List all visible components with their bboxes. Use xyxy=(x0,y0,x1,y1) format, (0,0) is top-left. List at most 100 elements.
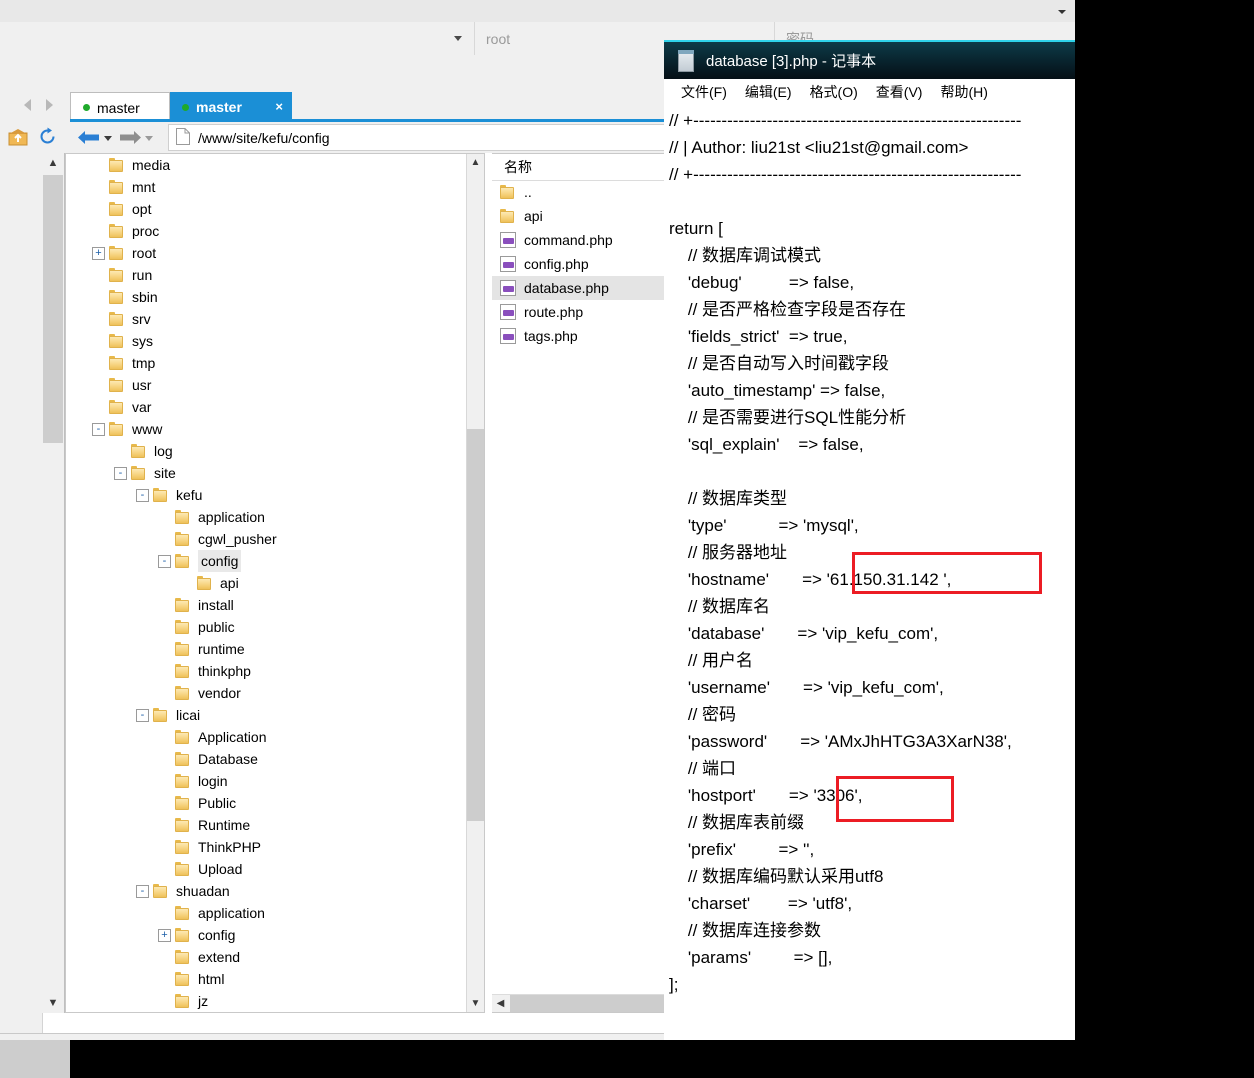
scroll-down-icon[interactable]: ▼ xyxy=(467,995,484,1012)
tree-vertical-scrollbar[interactable]: ▲ ▼ xyxy=(466,154,484,1012)
tab-label: master xyxy=(97,99,140,116)
tree-item-licai[interactable]: - licai xyxy=(66,704,467,726)
arrow-left-icon[interactable] xyxy=(78,130,100,145)
tree-item-runtime[interactable]: runtime xyxy=(66,638,467,660)
tree-item-label: install xyxy=(198,597,234,613)
taskbar-fragment xyxy=(0,1040,70,1078)
menu-item-1[interactable]: 文件(F) xyxy=(672,82,736,102)
directory-tree-pane[interactable]: media mnt opt proc + root run sbin srv sys tmp usr v… xyxy=(65,153,485,1013)
tree-item-srv[interactable]: srv xyxy=(66,308,467,330)
tree-item-var[interactable]: var xyxy=(66,396,467,418)
tab-scroll-right-icon[interactable] xyxy=(46,99,53,111)
tree-item-media[interactable]: media xyxy=(66,154,467,176)
folder-icon xyxy=(175,906,191,920)
tab-master-1[interactable]: master xyxy=(70,92,170,122)
scrollbar-thumb[interactable] xyxy=(467,429,484,821)
tree-item-application[interactable]: application xyxy=(66,902,467,924)
tree-item-jz[interactable]: jz xyxy=(66,990,467,1012)
menu-item-2[interactable]: 编辑(E) xyxy=(736,82,801,102)
tree-item-site[interactable]: - site xyxy=(66,462,467,484)
collapse-icon[interactable]: - xyxy=(136,708,149,722)
tree-item-application[interactable]: Application xyxy=(66,726,467,748)
tree-item-public[interactable]: Public xyxy=(66,792,467,814)
expand-icon[interactable]: + xyxy=(158,928,171,942)
file-name-label: config.php xyxy=(524,256,589,272)
tree-item-usr[interactable]: usr xyxy=(66,374,467,396)
tree-item-database[interactable]: Database xyxy=(66,748,467,770)
scroll-down-icon[interactable]: ▼ xyxy=(42,993,64,1013)
forward-dropdown-caret-icon[interactable] xyxy=(145,136,153,141)
column-header-name[interactable]: 名称 xyxy=(492,157,532,177)
tree-item-login[interactable]: login xyxy=(66,770,467,792)
menu-item-4[interactable]: 查看(V) xyxy=(867,82,932,102)
scroll-up-icon[interactable]: ▲ xyxy=(42,153,64,173)
menu-item-5[interactable]: 帮助(H) xyxy=(931,82,996,102)
folder-icon xyxy=(109,334,125,348)
tree-item-vendor[interactable]: vendor xyxy=(66,682,467,704)
tree-item-cgwl_pusher[interactable]: cgwl_pusher xyxy=(66,528,467,550)
tab-master-2[interactable]: master × xyxy=(170,92,292,122)
tree-item-log[interactable]: log xyxy=(66,440,467,462)
menu-item-3[interactable]: 格式(O) xyxy=(801,82,867,102)
tree-item-www[interactable]: - www xyxy=(66,418,467,440)
tree-item-thinkphp[interactable]: ThinkPHP xyxy=(66,836,467,858)
toolbar-overflow-button[interactable] xyxy=(1049,0,1075,22)
tab-nav-arrows[interactable] xyxy=(18,96,70,114)
collapse-icon[interactable]: - xyxy=(136,884,149,898)
tree-item-install[interactable]: install xyxy=(66,594,467,616)
tree-item-label: application xyxy=(198,509,265,525)
collapse-icon[interactable]: - xyxy=(136,488,149,502)
tree-item-shuadan[interactable]: - shuadan xyxy=(66,880,467,902)
tree-item-mnt[interactable]: mnt xyxy=(66,176,467,198)
close-icon[interactable]: × xyxy=(275,100,283,113)
tree-item-kefu[interactable]: - kefu xyxy=(66,484,467,506)
folder-icon xyxy=(109,422,125,436)
scroll-left-icon[interactable]: ◀ xyxy=(492,995,509,1012)
collapse-icon[interactable]: - xyxy=(114,466,127,480)
tree-item-opt[interactable]: opt xyxy=(66,198,467,220)
scroll-up-icon[interactable]: ▲ xyxy=(467,154,484,171)
file-name-label: route.php xyxy=(524,304,584,320)
arrow-right-icon[interactable] xyxy=(119,130,141,145)
tree-item-tmp[interactable]: tmp xyxy=(66,352,467,374)
tree-item-proc[interactable]: proc xyxy=(66,220,467,242)
scrollbar-thumb[interactable] xyxy=(43,175,63,443)
folder-icon xyxy=(175,510,191,524)
host-combo-input[interactable] xyxy=(0,22,474,55)
expand-icon[interactable]: + xyxy=(92,246,105,260)
tree-item-api[interactable]: api xyxy=(66,572,467,594)
tree-item-runtime[interactable]: Runtime xyxy=(66,814,467,836)
tree-item-thinkphp[interactable]: thinkphp xyxy=(66,660,467,682)
tree-item-label: login xyxy=(198,773,228,789)
outer-vertical-scrollbar[interactable]: ▲ ▼ xyxy=(42,153,65,1013)
collapse-icon[interactable]: - xyxy=(92,422,105,436)
tree-item-label: srv xyxy=(132,311,151,327)
refresh-icon[interactable] xyxy=(38,127,57,146)
tree-item-application[interactable]: application xyxy=(66,506,467,528)
desktop-background-bottom xyxy=(0,1040,1254,1078)
tree-item-label: log xyxy=(154,443,173,459)
folder-icon xyxy=(109,356,125,370)
tree-item-label: opt xyxy=(132,201,152,217)
tab-scroll-left-icon[interactable] xyxy=(24,99,31,111)
tree-item-run[interactable]: run xyxy=(66,264,467,286)
tree-item-root[interactable]: + root xyxy=(66,242,467,264)
back-dropdown-caret-icon[interactable] xyxy=(104,136,112,141)
tree-item-html[interactable]: html xyxy=(66,968,467,990)
tree-item-sbin[interactable]: sbin xyxy=(66,286,467,308)
tree-item-config[interactable]: + config xyxy=(66,924,467,946)
file-name-label: .. xyxy=(524,184,532,200)
php-file-icon xyxy=(500,280,516,296)
collapse-icon[interactable]: - xyxy=(158,554,171,568)
tree-item-public[interactable]: public xyxy=(66,616,467,638)
folder-icon xyxy=(175,532,191,546)
home-icon[interactable] xyxy=(8,128,28,146)
tree-item-config[interactable]: - config xyxy=(66,550,467,572)
tree-item-label: config xyxy=(198,550,242,572)
tree-item-upload[interactable]: Upload xyxy=(66,858,467,880)
tree-item-label: licai xyxy=(176,707,201,723)
tree-item-sys[interactable]: sys xyxy=(66,330,467,352)
window-title: database [3].php - 记事本 xyxy=(706,53,877,70)
tree-item-extend[interactable]: extend xyxy=(66,946,467,968)
tree-item-label: root xyxy=(132,245,157,261)
